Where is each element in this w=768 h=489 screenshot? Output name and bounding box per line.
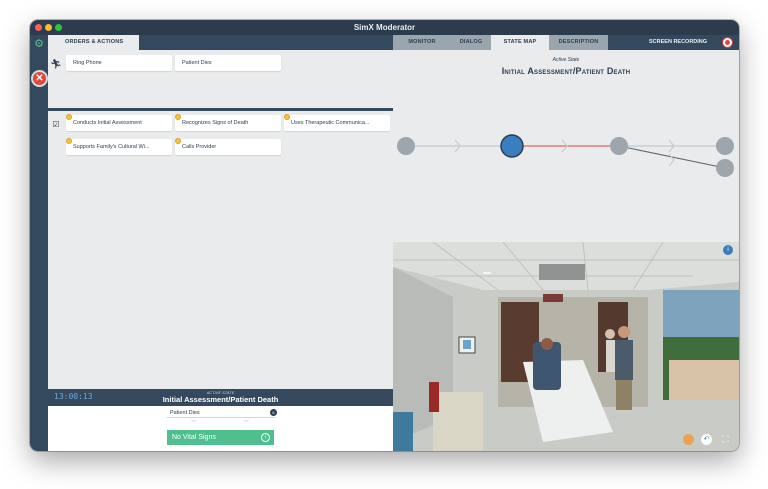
next-state-value: Patient Dies	[170, 410, 200, 416]
tab-dialog[interactable]: DIALOG	[451, 35, 491, 50]
tab-bar: ORDERS & ACTIONS MONITOR DIALOG STATE MA…	[48, 35, 739, 50]
active-state-name: Initial Assessment/Patient Death	[162, 395, 279, 404]
checklist-item[interactable]: Conducts Initial Assessment	[66, 115, 172, 131]
pending-badge	[175, 138, 181, 144]
fullscreen-icon[interactable]: ⛶	[720, 434, 731, 445]
zoom-window-button[interactable]	[55, 24, 62, 31]
section-divider	[48, 108, 393, 111]
pending-badge	[175, 114, 181, 120]
next-state-dropdown[interactable]: Patient Dies 6	[167, 408, 277, 418]
pending-badge	[284, 114, 290, 120]
state-node-active[interactable]	[500, 134, 524, 158]
left-sidebar: ⚙ ✕	[30, 35, 48, 451]
tab-state-map[interactable]: STATE MAP	[491, 35, 549, 50]
checklist-icon: ☑︎	[52, 120, 60, 129]
record-button[interactable]	[722, 37, 733, 48]
tab-description[interactable]: DESCRIPTION	[549, 35, 608, 50]
orders-panel: 🏃︎ Ring Phone Patient Dies ☑︎ Conducts I…	[48, 50, 393, 389]
vitals-label: No Vital Signs	[172, 434, 216, 441]
gear-icon[interactable]: ⚙	[33, 38, 45, 50]
tab-monitor[interactable]: MONITOR	[393, 35, 451, 50]
state-node[interactable]	[610, 137, 628, 155]
end-simulation-button[interactable]: ✕	[31, 70, 48, 87]
action-patient-dies[interactable]: Patient Dies	[175, 55, 281, 71]
action-ring-phone[interactable]: Ring Phone	[66, 55, 172, 71]
checklist-item[interactable]: Supports Family's Cultural Wi...	[66, 139, 172, 155]
simulation-viewport[interactable]: i ↶ ⛶	[393, 242, 739, 451]
chevron-down-icon: ﹀	[244, 420, 250, 426]
screen-recording-label: SCREEN RECORDING	[649, 39, 708, 45]
tab-orders-actions[interactable]: ORDERS & ACTIONS	[48, 35, 139, 50]
vitals-button[interactable]: No Vital Signs i	[167, 430, 274, 445]
undo-icon[interactable]: ↶	[701, 434, 712, 445]
state-node[interactable]	[397, 137, 415, 155]
close-window-button[interactable]	[35, 24, 42, 31]
pending-badge	[66, 114, 72, 120]
chevron-down-icon: ﹀	[191, 420, 197, 426]
state-count-badge: 6	[270, 409, 277, 416]
hospital-room-render	[393, 242, 739, 451]
app-window: SimX Moderator ⚙ ✕ ORDERS & ACTIONS MONI…	[30, 20, 739, 451]
info-icon[interactable]: i	[723, 245, 733, 255]
info-icon[interactable]: i	[261, 433, 270, 442]
pending-badge	[66, 138, 72, 144]
status-bar: 13:00:13 ACTIVE STATE Initial Assessment…	[48, 389, 393, 406]
state-selector-panel: Patient Dies 6 ﹀ ﹀ No Vital Signs i	[48, 406, 393, 451]
checklist-item[interactable]: Uses Therapeutic Communica...	[284, 115, 390, 131]
arrow-icon	[668, 153, 675, 167]
state-map-panel: Active State Initial Assessment/Patient …	[393, 50, 739, 242]
minimize-window-button[interactable]	[45, 24, 52, 31]
checklist-item[interactable]: Calls Provider	[175, 139, 281, 155]
state-node[interactable]	[716, 137, 734, 155]
title-bar: SimX Moderator	[30, 20, 739, 35]
state-node[interactable]	[716, 159, 734, 177]
checklist-item[interactable]: Recognizes Signs of Death	[175, 115, 281, 131]
avatar-toggle-button[interactable]	[683, 434, 694, 445]
state-map-graph	[397, 134, 734, 177]
run-icon: 🏃︎	[50, 59, 62, 69]
window-title: SimX Moderator	[353, 23, 416, 32]
